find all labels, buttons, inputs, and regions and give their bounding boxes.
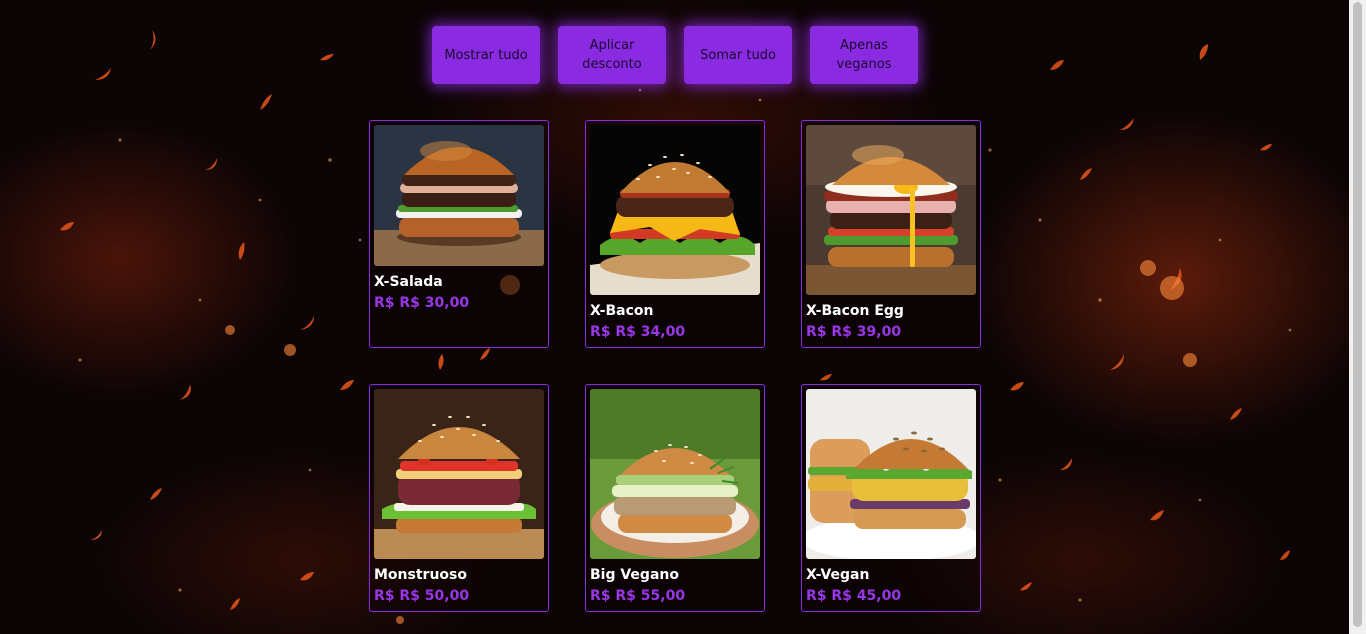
product-card: Big Vegano R$ R$ 55,00 bbox=[585, 384, 765, 612]
product-price: R$ R$ 55,00 bbox=[590, 588, 686, 604]
burger-image bbox=[374, 389, 544, 559]
product-name: X-Salada bbox=[374, 274, 443, 290]
product-card: X-Bacon R$ R$ 34,00 bbox=[585, 120, 765, 348]
product-price: R$ R$ 30,00 bbox=[374, 295, 470, 311]
product-grid: X-Salada R$ R$ 30,00 X-Bacon R$ R$ 34,00… bbox=[369, 120, 981, 612]
product-name: X-Bacon bbox=[590, 303, 654, 319]
vertical-scrollbar[interactable] bbox=[1349, 0, 1366, 634]
apply-discount-button[interactable]: Aplicar desconto bbox=[558, 26, 666, 84]
show-all-button[interactable]: Mostrar tudo bbox=[432, 26, 540, 84]
scrollbar-thumb[interactable] bbox=[1353, 2, 1362, 627]
product-card: X-Bacon Egg R$ R$ 39,00 bbox=[801, 120, 981, 348]
burger-image bbox=[590, 389, 760, 559]
product-card: X-Salada R$ R$ 30,00 bbox=[369, 120, 549, 348]
product-price: R$ R$ 39,00 bbox=[806, 324, 902, 340]
product-name: Monstruoso bbox=[374, 567, 467, 583]
burger-image bbox=[374, 125, 544, 266]
vegan-only-button[interactable]: Apenas veganos bbox=[810, 26, 918, 84]
product-price: R$ R$ 45,00 bbox=[806, 588, 902, 604]
product-name: X-Vegan bbox=[806, 567, 870, 583]
product-name: Big Vegano bbox=[590, 567, 679, 583]
product-card: X-Vegan R$ R$ 45,00 bbox=[801, 384, 981, 612]
product-name: X-Bacon Egg bbox=[806, 303, 904, 319]
product-price: R$ R$ 50,00 bbox=[374, 588, 470, 604]
sum-all-button[interactable]: Somar tudo bbox=[684, 26, 792, 84]
burger-image bbox=[806, 125, 976, 295]
burger-image bbox=[590, 125, 760, 295]
burger-image bbox=[806, 389, 976, 559]
product-price: R$ R$ 34,00 bbox=[590, 324, 686, 340]
product-card: Monstruoso R$ R$ 50,00 bbox=[369, 384, 549, 612]
filter-toolbar: Mostrar tudo Aplicar desconto Somar tudo… bbox=[432, 26, 918, 84]
